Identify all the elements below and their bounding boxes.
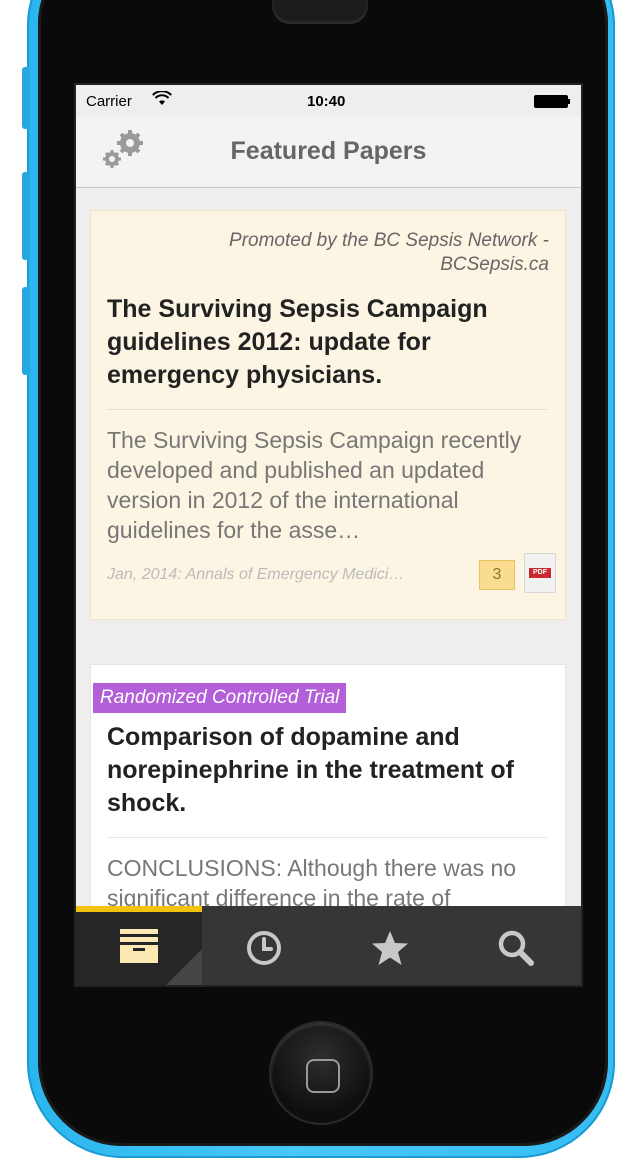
pdf-icon[interactable]: PDF: [524, 553, 556, 593]
promoted-by-label: Promoted by the BC Sepsis Network - BCSe…: [229, 230, 549, 275]
pdf-label: PDF: [529, 568, 551, 578]
tab-corner-decoration: [166, 949, 202, 985]
divider: [107, 837, 547, 838]
paper-title[interactable]: Comparison of dopamine and norepinephrin…: [107, 721, 547, 820]
tab-recent[interactable]: [202, 906, 328, 985]
volume-down-button: [22, 287, 30, 375]
study-type-badge: Randomized Controlled Trial: [93, 683, 347, 713]
mute-switch: [22, 67, 30, 129]
publication-meta: Jan, 2014: Annals of Emergency Medici…: [107, 566, 405, 583]
search-icon: [498, 930, 534, 966]
battery-icon: [534, 95, 570, 108]
clock-time: 10:40: [307, 93, 346, 110]
comment-count-badge[interactable]: 3: [479, 560, 515, 590]
navigation-bar: Featured Papers: [76, 117, 581, 188]
paper-abstract: CONCLUSIONS: Although there was no signi…: [107, 855, 517, 906]
page-title: Featured Papers: [230, 137, 427, 165]
app-screen: Carrier 10:40 Featured Papers Promoted b…: [74, 83, 583, 987]
home-button[interactable]: [271, 1023, 371, 1123]
paper-abstract: The Surviving Sepsis Campaign recently d…: [107, 427, 522, 543]
active-tab-indicator: [76, 906, 202, 912]
inbox-icon: [120, 929, 158, 963]
home-square-icon: [306, 1059, 340, 1093]
tab-featured[interactable]: [76, 906, 202, 985]
star-icon: [372, 931, 408, 965]
paper-card-featured[interactable]: Promoted by the BC Sepsis Network - BCSe…: [90, 210, 566, 620]
tab-bar: [76, 906, 581, 985]
clock-icon: [247, 931, 281, 965]
volume-up-button: [22, 172, 30, 260]
carrier-label: Carrier: [86, 93, 132, 110]
tab-search[interactable]: [454, 906, 580, 985]
status-bar: Carrier 10:40: [76, 85, 581, 117]
paper-title[interactable]: The Surviving Sepsis Campaign guidelines…: [107, 293, 547, 392]
paper-card-trial[interactable]: Randomized Controlled Trial Comparison o…: [90, 664, 566, 906]
papers-list: Promoted by the BC Sepsis Network - BCSe…: [76, 188, 581, 906]
divider: [107, 409, 547, 410]
earpiece-speaker: [272, 0, 368, 24]
tab-favorites[interactable]: [328, 906, 454, 985]
wifi-icon: [152, 91, 172, 105]
